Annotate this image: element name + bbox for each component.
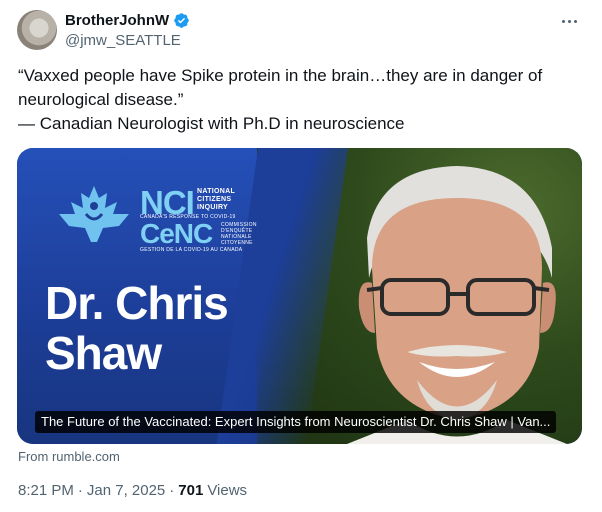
org-tagline-fr: GESTION DE LA COVID-19 AU CANADA (140, 247, 243, 253)
handle[interactable]: @jmw_SEATTLE (65, 32, 181, 49)
views-count: 701 (178, 482, 204, 499)
tweet-text-line: — Canadian Neurologist with Ph.D in neur… (18, 114, 405, 133)
card-headline: Dr. Chris Shaw (45, 277, 229, 379)
tweet: BrotherJohnW @jmw_SEATTLE “Vaxxed people… (0, 0, 602, 512)
tweet-text-line: “Vaxxed people have Spike protein in the… (18, 66, 543, 85)
avatar[interactable] (17, 10, 57, 50)
author-row: BrotherJohnW (65, 12, 190, 29)
card-headline-line: Dr. Chris (45, 277, 229, 329)
org-name-line: INQUIRY (197, 204, 229, 211)
org-name-fr-line: CITOYENNE (221, 240, 253, 246)
views-label: Views (207, 482, 248, 499)
card-headline-line: Shaw (45, 327, 162, 379)
more-options-icon[interactable] (558, 12, 580, 30)
maple-leaf-logo-icon (59, 186, 129, 242)
portrait-photo (347, 166, 567, 444)
tweet-text-line: neurological disease.” (18, 90, 184, 109)
display-name[interactable]: BrotherJohnW (65, 12, 169, 29)
meta-separator: · (169, 482, 175, 499)
card-source[interactable]: From rumble.com (18, 449, 120, 464)
tweet-text: “Vaxxed people have Spike protein in the… (18, 64, 588, 136)
link-card[interactable]: NCI NATIONAL CITIZENS INQUIRY CANADA'S R… (17, 148, 582, 444)
verified-badge-icon (174, 13, 189, 28)
org-name-line: CITIZENS (197, 196, 232, 203)
org-name-line: NATIONAL (197, 188, 236, 195)
tweet-date[interactable]: Jan 7, 2025 (87, 482, 165, 499)
meta-separator: · (77, 482, 83, 499)
tweet-meta: 8:21 PM · Jan 7, 2025 · 701 Views (18, 482, 247, 499)
tweet-time[interactable]: 8:21 PM (18, 482, 74, 499)
org-acronym-fr: CeNC (140, 218, 213, 249)
card-title[interactable]: The Future of the Vaccinated: Expert Ins… (35, 411, 557, 433)
